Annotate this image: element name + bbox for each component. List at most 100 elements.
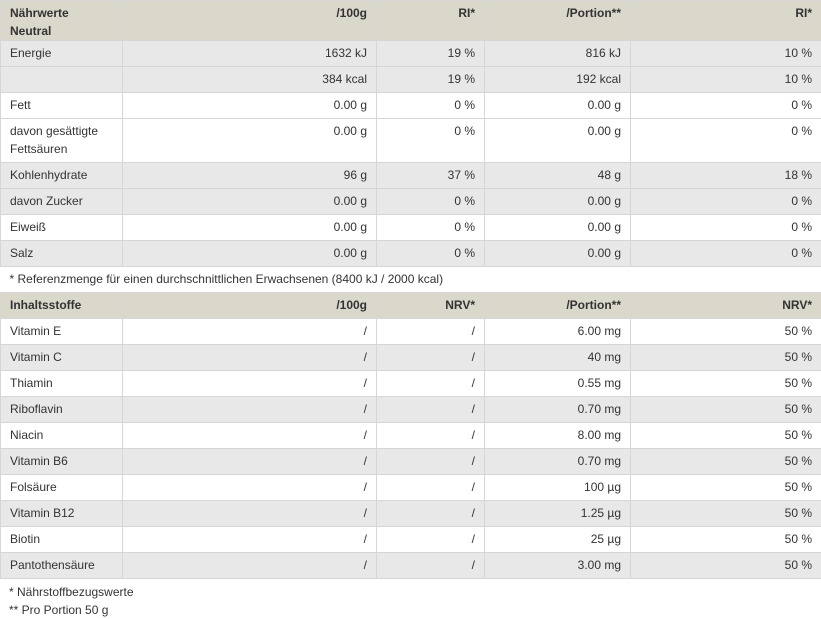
table-row: davon Zucker 0.00 g 0 % 0.00 g 0 % [1,189,821,215]
value-cell: 0.70 mg [485,397,631,423]
value-cell: 0 % [377,241,485,267]
ingredient-label: Niacin [1,423,123,449]
value-cell: 50 % [631,475,821,501]
header-cell: NRV* [377,293,485,319]
value-cell: 10 % [631,67,821,93]
value-cell: / [377,371,485,397]
table-row: davon gesättigte Fettsäuren 0.00 g 0 % 0… [1,119,821,163]
nutrient-label: Salz [1,241,123,267]
nutrition-table: Nährwerte Neutral /100g RI* /Portion** R… [0,0,821,579]
value-cell: 1.25 µg [485,501,631,527]
value-cell: 0.00 g [123,189,377,215]
value-cell: 37 % [377,163,485,189]
value-cell: / [377,553,485,579]
ingredient-label: Biotin [1,527,123,553]
nutrition-header-row: Nährwerte Neutral /100g RI* /Portion** R… [1,1,821,41]
value-cell: 50 % [631,345,821,371]
footnotes: * Nährstoffbezugswerte ** Pro Portion 50… [0,579,821,619]
table-row: Thiamin / / 0.55 mg 50 % [1,371,821,397]
header-cell: RI* [377,1,485,41]
ingredient-label: Vitamin E [1,319,123,345]
table-row: Vitamin C / / 40 mg 50 % [1,345,821,371]
value-cell: / [123,397,377,423]
value-cell: 0.00 g [485,215,631,241]
value-cell: / [123,501,377,527]
value-cell: 25 µg [485,527,631,553]
value-cell: / [377,423,485,449]
nutrient-label: Fett [1,93,123,119]
footnote: * Nährstoffbezugswerte [9,583,812,601]
nutrient-label: Eiweiß [1,215,123,241]
value-cell: 1632 kJ [123,41,377,67]
value-cell: / [123,449,377,475]
value-cell: 19 % [377,41,485,67]
table-row: Fett 0.00 g 0 % 0.00 g 0 % [1,93,821,119]
table-row: Pantothensäure / / 3.00 mg 50 % [1,553,821,579]
header-cell: /Portion** [485,293,631,319]
value-cell: / [123,475,377,501]
value-cell: / [123,553,377,579]
value-cell: 100 µg [485,475,631,501]
value-cell: 96 g [123,163,377,189]
table-row: Vitamin B6 / / 0.70 mg 50 % [1,449,821,475]
value-cell: 0.00 g [485,93,631,119]
value-cell: 0 % [631,119,821,163]
table-row: Riboflavin / / 0.70 mg 50 % [1,397,821,423]
value-cell: 0.70 mg [485,449,631,475]
value-cell: / [123,423,377,449]
header-cell: RI* [631,1,821,41]
value-cell: 48 g [485,163,631,189]
value-cell: / [377,449,485,475]
value-cell: 10 % [631,41,821,67]
reference-note: * Referenzmenge für einen durchschnittli… [1,267,821,293]
value-cell: 8.00 mg [485,423,631,449]
value-cell: / [377,527,485,553]
ingredient-label: Riboflavin [1,397,123,423]
value-cell: 50 % [631,527,821,553]
value-cell: 50 % [631,553,821,579]
header-cell: NRV* [631,293,821,319]
value-cell: 192 kcal [485,67,631,93]
value-cell: 0.00 g [123,119,377,163]
value-cell: 0 % [377,189,485,215]
value-cell: / [123,345,377,371]
value-cell: 6.00 mg [485,319,631,345]
value-cell: / [123,527,377,553]
value-cell: / [123,371,377,397]
value-cell: 0 % [631,93,821,119]
header-cell: Nährwerte Neutral [1,1,123,41]
nutrient-label: Kohlenhydrate [1,163,123,189]
value-cell: 0.00 g [485,119,631,163]
value-cell: 0 % [631,241,821,267]
value-cell: 0 % [631,215,821,241]
value-cell: 0.00 g [123,215,377,241]
table-row: Eiweiß 0.00 g 0 % 0.00 g 0 % [1,215,821,241]
value-cell: / [377,345,485,371]
header-cell: /100g [123,1,377,41]
value-cell: 384 kcal [123,67,377,93]
value-cell: 816 kJ [485,41,631,67]
nutrient-label: davon gesättigte Fettsäuren [1,119,123,163]
value-cell: 19 % [377,67,485,93]
value-cell: 50 % [631,501,821,527]
ingredients-header-row: Inhaltsstoffe /100g NRV* /Portion** NRV* [1,293,821,319]
header-cell: Inhaltsstoffe [1,293,123,319]
footnote: ** Pro Portion 50 g [9,601,812,619]
value-cell: 50 % [631,371,821,397]
table-row: 384 kcal 19 % 192 kcal 10 % [1,67,821,93]
value-cell: / [123,319,377,345]
nutrient-label: Energie [1,41,123,67]
ingredient-label: Pantothensäure [1,553,123,579]
ingredient-label: Vitamin C [1,345,123,371]
value-cell: 0.00 g [123,93,377,119]
reference-note-row: * Referenzmenge für einen durchschnittli… [1,267,821,293]
value-cell: 0.00 g [485,189,631,215]
value-cell: 50 % [631,319,821,345]
ingredient-label: Vitamin B12 [1,501,123,527]
value-cell: 0 % [377,93,485,119]
value-cell: 40 mg [485,345,631,371]
value-cell: / [377,319,485,345]
value-cell: 3.00 mg [485,553,631,579]
value-cell: 0 % [631,189,821,215]
value-cell: / [377,501,485,527]
